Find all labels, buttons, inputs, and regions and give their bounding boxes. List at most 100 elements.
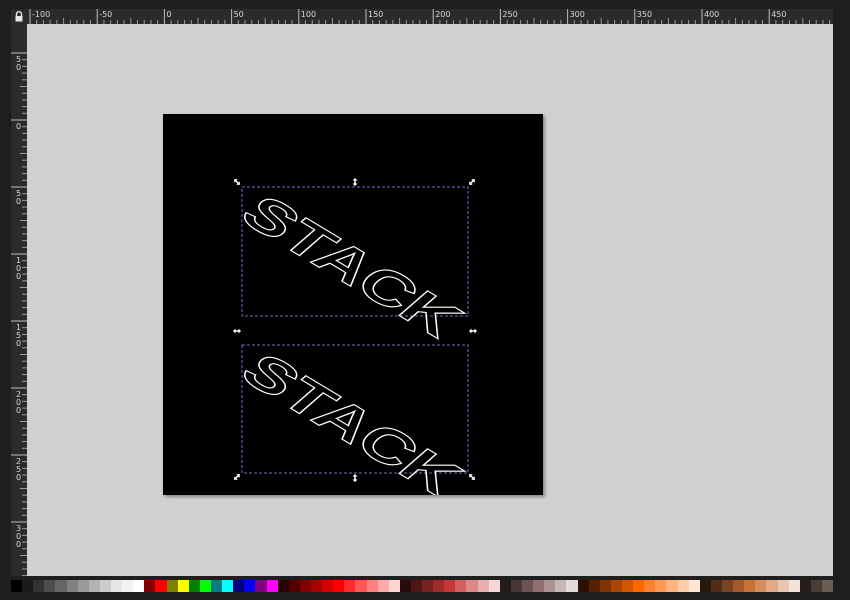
palette-swatch[interactable] bbox=[144, 580, 156, 592]
palette-swatch[interactable] bbox=[788, 580, 800, 592]
palette-swatch[interactable] bbox=[377, 580, 389, 592]
palette-swatch[interactable] bbox=[166, 580, 178, 592]
palette-swatch[interactable] bbox=[222, 580, 234, 592]
palette-swatch[interactable] bbox=[255, 580, 267, 592]
resize-handle-right[interactable] bbox=[469, 328, 477, 334]
ruler-label: 200 bbox=[435, 10, 450, 19]
palette-swatch[interactable] bbox=[288, 580, 300, 592]
palette-swatch[interactable] bbox=[266, 580, 278, 592]
palette-swatch[interactable] bbox=[666, 580, 678, 592]
palette-swatch[interactable] bbox=[399, 580, 411, 592]
palette-swatch[interactable] bbox=[11, 580, 23, 592]
palette-swatch[interactable] bbox=[410, 580, 423, 592]
ruler-label: 450 bbox=[771, 10, 786, 19]
palette-swatch[interactable] bbox=[199, 580, 211, 592]
palette-swatch[interactable] bbox=[555, 580, 567, 592]
palette-swatch[interactable] bbox=[210, 580, 223, 592]
palette-swatch[interactable] bbox=[588, 580, 600, 592]
palette-swatch[interactable] bbox=[433, 580, 445, 592]
palette-swatch[interactable] bbox=[744, 580, 756, 592]
resize-handle-top-right[interactable] bbox=[467, 177, 476, 186]
palette-swatch[interactable] bbox=[322, 580, 334, 592]
palette-swatch[interactable] bbox=[66, 580, 78, 592]
palette-swatch[interactable] bbox=[533, 580, 545, 592]
stack-text-top[interactable]: STACK bbox=[227, 186, 476, 348]
drawing-canvas[interactable]: STACK STACK bbox=[27, 24, 833, 576]
ruler-label: 350 bbox=[637, 10, 652, 19]
palette-swatch[interactable] bbox=[699, 580, 711, 592]
palette-swatch[interactable] bbox=[233, 580, 245, 592]
palette-swatch[interactable] bbox=[122, 580, 134, 592]
palette-swatch[interactable] bbox=[99, 580, 111, 592]
palette-swatch[interactable] bbox=[388, 580, 400, 592]
page-area[interactable]: STACK STACK bbox=[163, 114, 543, 495]
palette-swatch[interactable] bbox=[488, 580, 500, 592]
palette-swatch[interactable] bbox=[277, 580, 289, 592]
palette-swatch[interactable] bbox=[477, 580, 489, 592]
palette-swatch[interactable] bbox=[655, 580, 667, 592]
palette-swatch[interactable] bbox=[710, 580, 722, 592]
palette-swatch[interactable] bbox=[577, 580, 589, 592]
palette-swatch[interactable] bbox=[188, 580, 200, 592]
palette-swatch[interactable] bbox=[622, 580, 634, 592]
palette-swatch[interactable] bbox=[333, 580, 345, 592]
palette-swatch[interactable] bbox=[599, 580, 611, 592]
palette-swatch[interactable] bbox=[722, 580, 734, 592]
ruler-label: 0 bbox=[16, 406, 21, 415]
resize-handle-top[interactable] bbox=[352, 178, 358, 186]
resize-handle-bottom[interactable] bbox=[352, 474, 358, 482]
palette-swatch[interactable] bbox=[55, 580, 67, 592]
palette-swatch[interactable] bbox=[22, 580, 34, 592]
palette-swatch[interactable] bbox=[810, 580, 822, 592]
palette-swatch[interactable] bbox=[110, 580, 123, 592]
palette-swatch[interactable] bbox=[310, 580, 323, 592]
page-artwork[interactable]: STACK STACK bbox=[163, 114, 543, 495]
palette-swatch[interactable] bbox=[466, 580, 478, 592]
palette-swatch[interactable] bbox=[799, 580, 811, 592]
palette-swatch[interactable] bbox=[366, 580, 378, 592]
palette-swatch[interactable] bbox=[355, 580, 367, 592]
palette-swatch[interactable] bbox=[733, 580, 745, 592]
palette-swatch[interactable] bbox=[755, 580, 767, 592]
palette-swatch[interactable] bbox=[33, 580, 45, 592]
resize-handle-top-left[interactable] bbox=[232, 177, 241, 186]
palette-swatch[interactable] bbox=[777, 580, 789, 592]
ruler-label: 0 bbox=[16, 122, 21, 131]
resize-handle-bottom-left[interactable] bbox=[232, 472, 241, 481]
palette-swatch[interactable] bbox=[44, 580, 56, 592]
palette-swatch[interactable] bbox=[133, 580, 145, 592]
palette-swatch[interactable] bbox=[566, 580, 578, 592]
ruler-label: 100 bbox=[301, 10, 316, 19]
palette-swatch[interactable] bbox=[510, 580, 523, 592]
resize-handle-bottom-right[interactable] bbox=[467, 472, 476, 481]
palette-swatch[interactable] bbox=[422, 580, 434, 592]
palette-swatch[interactable] bbox=[499, 580, 511, 592]
palette-swatch[interactable] bbox=[344, 580, 356, 592]
palette-swatch[interactable] bbox=[544, 580, 556, 592]
stack-text-bottom[interactable]: STACK bbox=[227, 344, 476, 495]
ruler-label: 50 bbox=[234, 10, 244, 19]
ruler-label: 250 bbox=[502, 10, 517, 19]
palette-swatch[interactable] bbox=[455, 580, 467, 592]
vertical-ruler[interactable]: 50050100150200250300 bbox=[11, 24, 27, 576]
palette-swatch[interactable] bbox=[644, 580, 656, 592]
palette-swatch[interactable] bbox=[244, 580, 256, 592]
palette-swatch[interactable] bbox=[766, 580, 778, 592]
palette-swatch[interactable] bbox=[444, 580, 456, 592]
lock-icon[interactable] bbox=[14, 11, 24, 22]
ruler-label: 0 bbox=[16, 197, 21, 206]
palette-swatch[interactable] bbox=[77, 580, 89, 592]
palette-swatch[interactable] bbox=[88, 580, 100, 592]
palette-swatch[interactable] bbox=[299, 580, 311, 592]
horizontal-ruler[interactable]: -100 -50 0 50 100 150 200 250 300 350 400 450 bbox=[27, 9, 833, 24]
palette-swatch[interactable] bbox=[177, 580, 189, 592]
palette-swatch[interactable] bbox=[688, 580, 700, 592]
palette-swatch[interactable] bbox=[522, 580, 534, 592]
palette-swatch[interactable] bbox=[633, 580, 645, 592]
palette-swatch[interactable] bbox=[677, 580, 689, 592]
resize-handle-left[interactable] bbox=[233, 328, 241, 334]
palette-swatch[interactable] bbox=[610, 580, 623, 592]
color-palette[interactable] bbox=[11, 580, 834, 592]
palette-swatch[interactable] bbox=[155, 580, 167, 592]
palette-swatch[interactable] bbox=[821, 580, 834, 592]
